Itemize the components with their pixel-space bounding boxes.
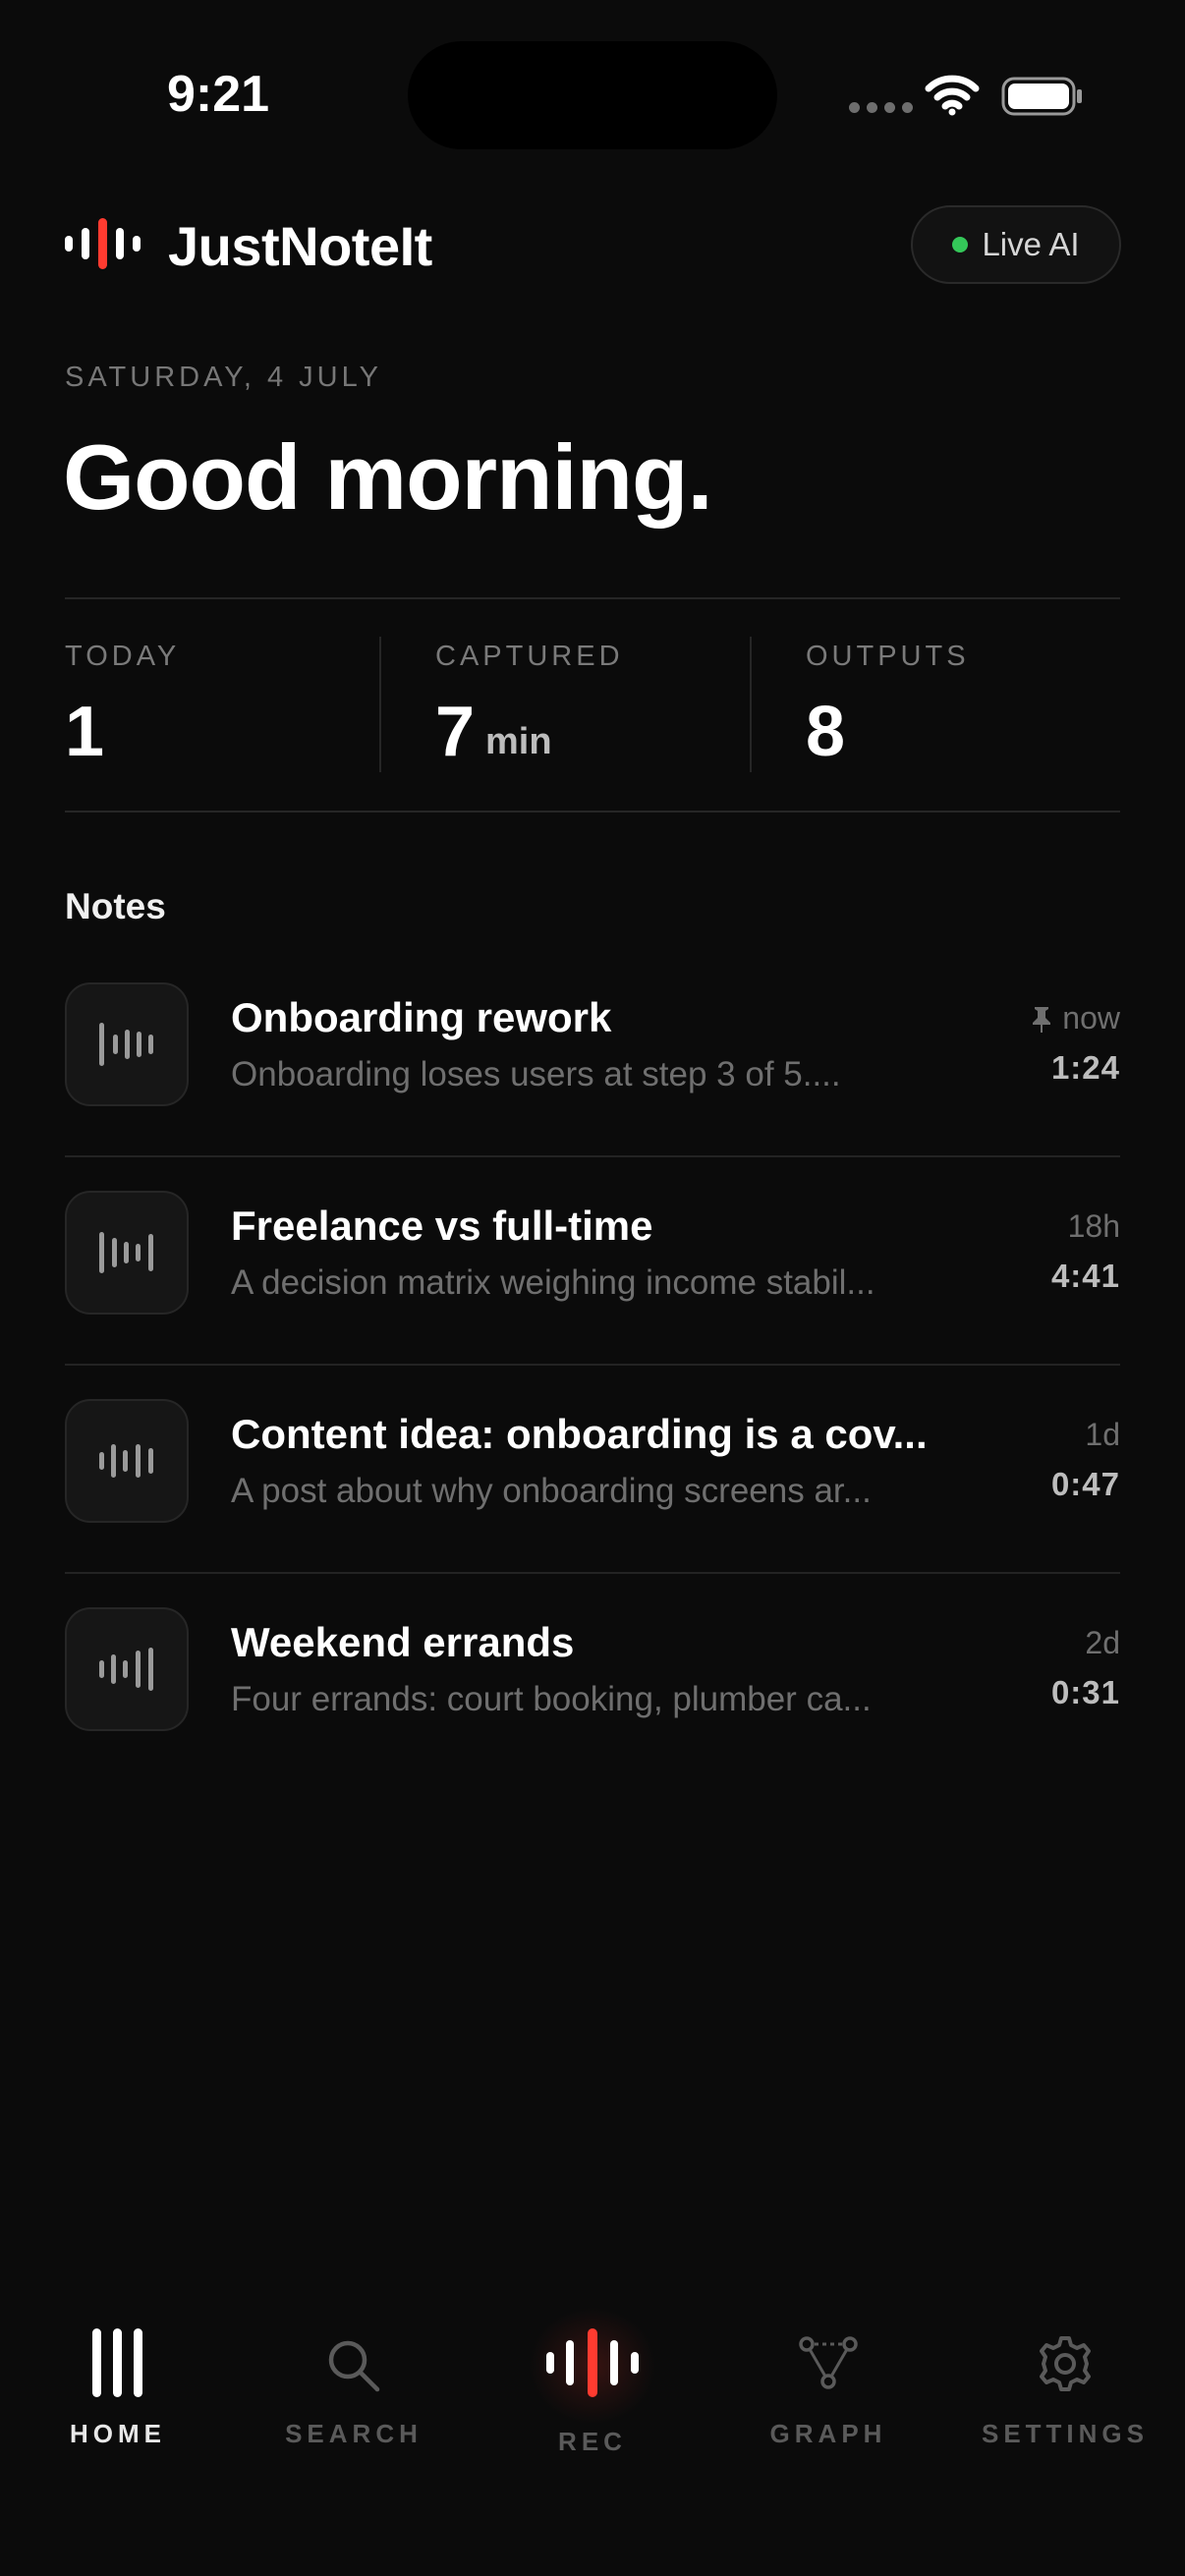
tab-settings[interactable]: SETTINGS [957, 2319, 1173, 2466]
stats-top-divider [65, 597, 1120, 599]
tab-search-label: SEARCH [285, 2419, 423, 2448]
greeting-title: Good morning. [63, 425, 713, 529]
stat-outputs-value: 8 [806, 693, 846, 771]
cellular-signal-icon [849, 102, 913, 113]
status-time: 9:21 [167, 66, 270, 123]
note-duration: 0:31 [1050, 1674, 1120, 1710]
gear-icon [1040, 2336, 1091, 2391]
graph-icon [799, 2336, 858, 2389]
note-duration: 4:41 [1050, 1258, 1120, 1294]
note-row-onboarding-rework[interactable]: Onboarding rework Onboarding loses users… [65, 949, 1120, 1157]
note-title: Freelance vs full-time [231, 1203, 653, 1249]
note-thumbnail [65, 1191, 189, 1315]
stat-outputs-label: OUTPUTS [806, 641, 970, 672]
waveform-icon [99, 1444, 153, 1478]
tab-home-label: HOME [70, 2419, 166, 2448]
stats-bottom-divider [65, 811, 1120, 812]
tab-graph-label: GRAPH [769, 2419, 887, 2448]
tab-home[interactable]: HOME [10, 2319, 226, 2466]
note-age: 1d [1085, 1417, 1120, 1453]
note-title: Weekend errands [231, 1619, 575, 1665]
home-screen: 9:21 JustNoteIt Live AI SATURDAY, 4 JULY… [0, 0, 1185, 2576]
note-title: Onboarding rework [231, 994, 612, 1040]
note-snippet: Four errands: court booking, plumber ca.… [231, 1680, 872, 1718]
note-thumbnail [65, 1399, 189, 1523]
pin-icon [1033, 1006, 1051, 1033]
search-icon [328, 2340, 380, 2392]
note-title: Content idea: onboarding is a cov... [231, 1411, 928, 1457]
note-age: now [1031, 1000, 1120, 1036]
tab-search[interactable]: SEARCH [246, 2319, 462, 2466]
note-snippet: A decision matrix weighing income stabil… [231, 1263, 875, 1302]
note-age-text: now [1062, 1000, 1120, 1036]
note-thumbnail [65, 1607, 189, 1731]
live-ai-badge[interactable]: Live AI [911, 205, 1121, 284]
app-name: JustNoteIt [168, 215, 432, 277]
home-bars-icon [92, 2328, 142, 2397]
note-age-text: 2d [1085, 1625, 1120, 1660]
wifi-icon [925, 75, 980, 116]
note-duration: 1:24 [1050, 1049, 1120, 1086]
note-age: 18h [1068, 1208, 1120, 1245]
tab-graph[interactable]: GRAPH [720, 2319, 936, 2466]
waveform-icon [99, 1023, 153, 1066]
stat-today-label: TODAY [65, 641, 181, 672]
note-duration: 0:47 [1050, 1466, 1120, 1502]
tab-rec-label: REC [558, 2427, 627, 2456]
tab-rec[interactable]: REC [484, 2307, 701, 2466]
logo-waveform-icon [65, 218, 141, 269]
notes-heading: Notes [65, 886, 166, 926]
live-ai-label: Live AI [982, 226, 1080, 262]
waveform-icon [99, 1648, 153, 1691]
dynamic-island [408, 41, 777, 149]
note-row-content-idea[interactable]: Content idea: onboarding is a cov... A p… [65, 1366, 1120, 1574]
note-age: 2d [1085, 1625, 1120, 1661]
note-row-weekend-errands[interactable]: Weekend errands Four errands: court book… [65, 1574, 1120, 1782]
note-thumbnail [65, 982, 189, 1106]
note-snippet: A post about why onboarding screens ar..… [231, 1472, 872, 1510]
date-label: SATURDAY, 4 JULY [65, 362, 382, 393]
stat-captured-label: CAPTURED [435, 641, 624, 672]
stat-divider [750, 637, 752, 772]
note-row-freelance[interactable]: Freelance vs full-time A decision matrix… [65, 1157, 1120, 1366]
stat-today-value: 1 [65, 693, 105, 771]
stat-captured-value: 7 [435, 693, 476, 771]
battery-icon [1001, 77, 1082, 116]
note-snippet: Onboarding loses users at step 3 of 5...… [231, 1055, 841, 1093]
note-age-text: 1d [1085, 1417, 1120, 1452]
note-age-text: 18h [1067, 1208, 1120, 1244]
waveform-icon [99, 1232, 153, 1273]
waveform-icon [546, 2328, 639, 2397]
live-status-dot [952, 237, 969, 252]
stat-divider [379, 637, 381, 772]
tab-settings-label: SETTINGS [981, 2419, 1149, 2448]
stat-captured-unit: min [485, 721, 552, 762]
